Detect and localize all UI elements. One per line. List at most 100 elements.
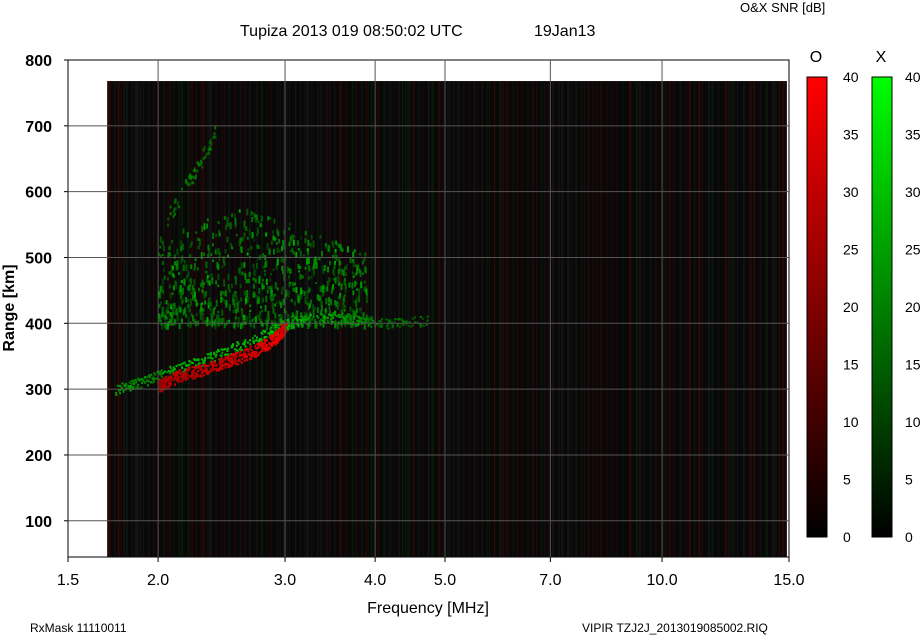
o-echo <box>257 347 259 349</box>
echo-pixel <box>337 283 340 286</box>
x-echo <box>426 319 429 322</box>
echo-pixel <box>253 238 256 242</box>
echo-pixel <box>271 302 274 309</box>
x-echo <box>307 316 310 319</box>
o-echo <box>243 349 246 352</box>
echo-pixel <box>237 316 240 324</box>
echo-pixel <box>247 248 250 251</box>
echo-pixel <box>176 248 179 256</box>
echo-pixel <box>242 319 245 325</box>
x-echo <box>164 370 166 373</box>
o-echo <box>234 356 237 359</box>
o-echo <box>192 365 195 368</box>
o-echo <box>280 324 283 327</box>
x-echo <box>135 381 138 384</box>
echo-pixel <box>195 321 198 327</box>
o-echo <box>277 338 280 341</box>
echo-pixel <box>206 317 209 323</box>
echo-pixel <box>235 295 238 302</box>
echo-pixel <box>256 262 258 269</box>
colorbar-tick-label: 10 <box>905 414 921 430</box>
o-echo <box>278 335 281 338</box>
echo-pixel <box>221 266 224 269</box>
x-echo <box>183 361 186 364</box>
echo-pixel <box>274 282 277 289</box>
o-echo <box>176 371 178 374</box>
echo-pixel <box>201 281 204 285</box>
o-echo <box>218 369 221 372</box>
x-echo <box>140 382 143 385</box>
x-echo <box>328 313 330 316</box>
x-echo <box>179 363 182 366</box>
echo-pixel <box>209 138 212 142</box>
echo-pixel <box>171 311 174 316</box>
echo-pixel <box>172 272 174 277</box>
noise-stripe <box>643 81 645 557</box>
echo-pixel <box>193 291 196 298</box>
echo-pixel <box>365 288 368 295</box>
noise-stripe <box>446 81 450 557</box>
echo-pixel <box>278 317 281 323</box>
echo-pixel <box>322 287 325 293</box>
echo-pixel <box>187 317 190 324</box>
x-echo <box>380 318 383 321</box>
echo-pixel <box>350 318 353 322</box>
echo-pixel <box>337 275 340 282</box>
x-echo <box>290 327 293 330</box>
o-echo <box>214 361 216 364</box>
echo-pixel <box>249 309 252 312</box>
echo-pixel <box>339 292 341 299</box>
echo-pixel <box>159 245 162 249</box>
o-echo <box>200 375 203 378</box>
o-echo <box>174 383 177 386</box>
echo-pixel <box>296 310 299 313</box>
echo-pixel <box>179 285 182 292</box>
x-echo <box>188 360 191 363</box>
noise-stripe <box>134 81 138 557</box>
x-echo <box>276 324 279 327</box>
noise-stripe <box>557 81 560 557</box>
x-echo <box>244 339 247 342</box>
o-echo <box>231 353 234 355</box>
echo-pixel <box>269 278 272 282</box>
echo-pixel <box>161 240 164 246</box>
noise-stripe <box>390 81 392 557</box>
x-echo <box>197 358 200 361</box>
x-echo <box>401 319 404 322</box>
echo-pixel <box>278 314 281 317</box>
echo-pixel <box>332 267 335 273</box>
o-echo <box>241 357 244 360</box>
noise-stripe <box>418 81 420 557</box>
x-echo <box>343 320 346 323</box>
noise-stripe <box>552 81 555 557</box>
x-echo <box>207 356 210 359</box>
echo-pixel <box>318 296 321 299</box>
echo-pixel <box>186 181 189 185</box>
noise-stripe <box>449 81 451 557</box>
o-echo <box>166 385 169 388</box>
echo-pixel <box>251 232 254 239</box>
echo-pixel <box>343 304 346 309</box>
echo-pixel <box>359 307 361 311</box>
x-echo <box>128 381 131 384</box>
echo-pixel <box>243 262 246 268</box>
x-echo <box>386 323 389 326</box>
echo-pixel <box>282 300 285 305</box>
x-axis-ticks: 1.5 2.0 3.0 4.0 5.0 7.0 10.0 15.0 <box>57 557 805 589</box>
y-axis-label: Range [km] <box>1 264 18 351</box>
noise-stripe <box>615 81 617 557</box>
echo-pixel <box>355 281 358 285</box>
x-echo <box>115 394 118 396</box>
y-tick-label: 600 <box>25 185 52 202</box>
x-echo <box>389 320 391 323</box>
o-echo <box>168 384 171 387</box>
echo-pixel <box>245 226 248 231</box>
echo-pixel <box>228 319 231 323</box>
echo-pixel <box>358 295 361 303</box>
x-echo <box>312 316 315 319</box>
o-echo <box>159 379 162 382</box>
noise-stripe <box>596 81 598 557</box>
echo-pixel <box>173 254 176 259</box>
x-echo <box>300 315 303 318</box>
x-axis-label: Frequency [MHz] <box>367 600 489 617</box>
